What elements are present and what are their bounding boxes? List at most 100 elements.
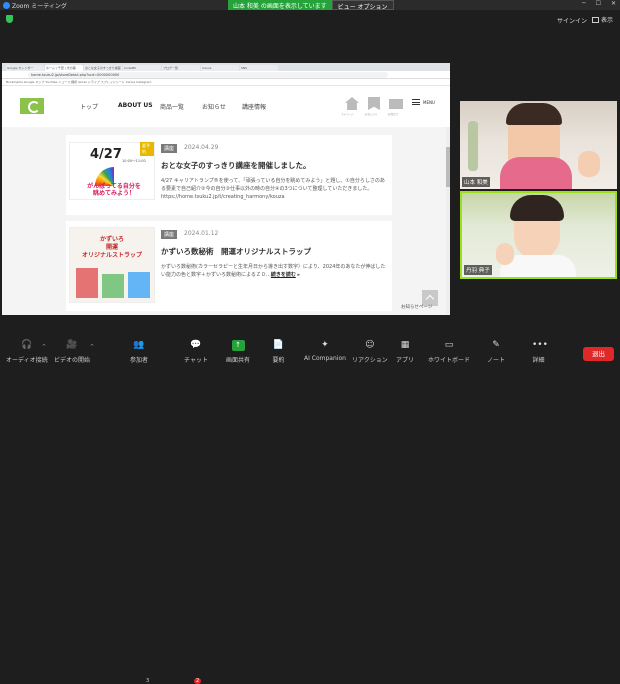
participants-button[interactable]: 👥 参加者 [130,340,148,364]
site-logo[interactable] [20,98,44,114]
audio-label: オーディオ接続 [6,357,48,364]
reactions-label: リアクション [352,357,388,364]
post-title[interactable]: おとな女子のすっきり講座を開催しました。 [161,160,310,171]
bookmarks-bar[interactable]: Bookmarks Google マップ YouTube ニュース 翻訳 Gma… [2,79,450,86]
nav-courses[interactable]: 講座情報 [242,102,266,111]
smiley-icon: ☺ [365,340,375,350]
flyer-time: 10:00〜11:00 [122,159,146,163]
favorites-label: お気に入り [365,113,378,116]
apps-icon: ▦ [400,340,410,350]
participant-name: 丹羽 典子 [464,265,492,275]
summary-label: 要約 [272,357,285,364]
apps-label: アプリ [396,357,415,364]
post-excerpt: かずいろ数秘術(カラーセラピーと生年月日から導き出す数字）により、2024年のあ… [161,264,386,278]
strap-flyer-image: かずいろ 開運 オリジナルストラップ [69,227,155,303]
participant-hair [510,195,564,221]
participant-name: 山本 和美 [462,177,490,187]
flyer-tag: 要予約 [140,142,154,156]
zoom-logo-icon [3,2,10,9]
window-title: Zoom ミーティング [12,3,67,10]
share-screen-button[interactable]: ↑ 画面共有 [226,340,250,364]
participant-hair [506,103,562,125]
shared-screen: Google カレンダー ホーム | 千葉 | 光の暮 おとな女子のすっきり講座… [2,63,450,315]
waving-hand [578,151,600,177]
plant-graphic [468,121,478,171]
share-screen-icon: ↑ [231,340,245,351]
chevron-up-icon[interactable]: ^ [42,344,46,350]
flyer-caption: がんばってる自分を 眺めてみよう！ [87,183,141,197]
ai-companion-button[interactable]: ✦ AI Companion [304,340,346,362]
people-icon: 👥 [133,340,145,350]
strap-photo [102,274,124,298]
view-label: 表示 [601,17,614,24]
participants-label: 参加者 [130,357,149,364]
view-button[interactable]: 表示 [592,15,613,24]
more-label: 詳細 [532,357,545,364]
maximize-icon[interactable]: ☐ [596,0,601,7]
mypage-label: マイページ [341,113,354,116]
chat-button[interactable]: 💬 チャット [184,340,208,364]
signin-button[interactable]: サインイン [557,16,587,25]
post-date: 2024.01.12 [184,230,219,237]
view-option-button[interactable]: ビュー オプション [331,0,394,11]
whiteboard-button[interactable]: ▭ ホワイトボード [428,340,470,364]
home-icon[interactable] [345,97,359,110]
post-excerpt: 4/27 キャリアトランプ®を使って、「頑張っている自分を眺めてみよう」と題し、… [161,178,385,200]
event-flyer-image: 4/27 10:00〜11:00 要予約 がんばってる自分を 眺めてみよう！ [69,142,155,200]
mail-icon[interactable] [389,99,403,109]
apps-button[interactable]: ▦ アプリ [396,340,414,364]
chat-label: チャット [184,357,208,364]
site-header: トップ ABOUT US 商品一覧 お知らせ 講座情報 マイページ お気に入り … [2,87,450,127]
browser-tabstrip: Google カレンダー ホーム | 千葉 | 光の暮 おとな女子のすっきり講座… [2,63,450,71]
flyer-date: 4/27 [90,147,122,162]
window-controls[interactable]: ─ ☐ ✕ [582,0,616,7]
page-scrollbar[interactable] [446,127,450,315]
chat-icon: 💬 [190,340,202,350]
notice-page-link[interactable]: お知らせページ [401,304,432,310]
share-label: 画面共有 [226,357,251,364]
flyer-title: かずいろ 開運 オリジナルストラップ [82,236,143,259]
read-more-link[interactable]: 続きを読む [271,272,296,278]
chevron-up-icon[interactable]: ^ [90,344,94,350]
participant-video[interactable]: 山本 和美 [460,101,617,189]
summary-icon: 📄 [272,340,285,350]
category-badge: 講座 [161,230,178,239]
strap-photo [76,268,98,298]
summary-button[interactable]: 📄 要約 [272,340,285,364]
news-card[interactable]: 4/27 10:00〜11:00 要予約 がんばってる自分を 眺めてみよう！ 講… [66,135,392,215]
video-label: ビデオの開始 [54,357,91,364]
menu-icon[interactable] [412,99,420,105]
share-banner: 山本 和美 の画面を表示しています ビュー オプション [228,0,394,11]
security-shield-icon[interactable] [6,15,13,23]
meeting-controls: 🎧 オーディオ接続 ^ 🎥 ビデオの開始 ^ 👥 参加者 3 💬 チャット 2 ↑ 画面共… [0,338,620,684]
participants-count: 3 [146,678,150,684]
minimize-icon[interactable]: ─ [582,0,586,7]
url-field[interactable]: home.tsuku2.jp/storeDetail.php?scd=00000… [28,72,388,78]
scrollbar-thumb[interactable] [446,147,450,187]
notes-label: ノート [487,357,506,364]
close-icon[interactable]: ✕ [611,0,616,7]
whiteboard-icon: ▭ [444,340,454,350]
nav-top[interactable]: トップ [80,102,98,111]
participant-video-active[interactable]: 丹羽 典子 [460,191,617,279]
contact-label: お問合せ [388,113,399,116]
nav-products[interactable]: 商品一覧 [160,102,184,111]
category-badge: 講座 [161,144,178,153]
nav-about-us[interactable]: ABOUT US [118,102,153,109]
browser-address-bar: home.tsuku2.jp/storeDetail.php?scd=00000… [2,71,450,79]
reactions-button[interactable]: ☺ リアクション [352,340,388,364]
video-button[interactable]: 🎥 ビデオの開始 [54,340,90,364]
share-banner-text: 山本 和美 の画面を表示しています [228,0,332,10]
post-title[interactable]: かずいろ数秘術 開運オリジナルストラップ [161,246,311,257]
leave-button[interactable]: 退出 [583,347,614,361]
zoom-app-title: Zoom ミーティング [3,1,67,10]
grid-icon [592,16,599,23]
chat-unread-badge: 2 [194,678,202,684]
bookmark-icon[interactable] [368,97,380,110]
whiteboard-label: ホワイトボード [428,357,471,364]
more-button[interactable]: ••• 詳細 [532,340,548,364]
menu-label[interactable]: MENU [423,100,435,105]
notes-button[interactable]: ✎ ノート [487,340,505,364]
news-card[interactable]: かずいろ 開運 オリジナルストラップ 講座 2024.01.12 かずいろ数秘術… [66,221,392,311]
nav-news[interactable]: お知らせ [202,102,226,111]
